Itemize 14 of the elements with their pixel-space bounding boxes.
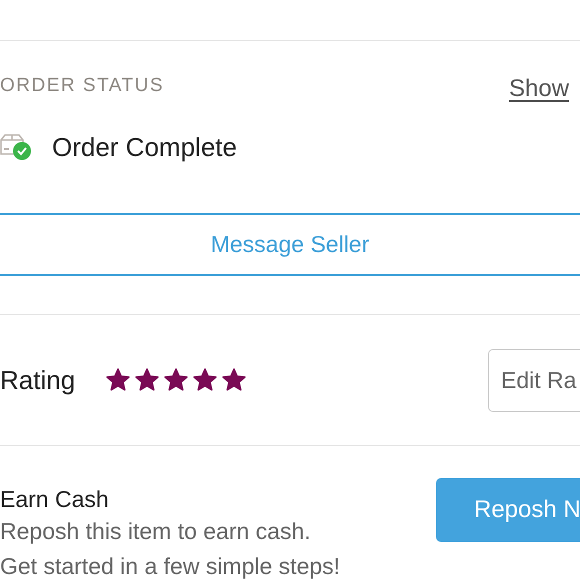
order-status-text: Order Complete: [52, 132, 237, 162]
star-icon: [192, 367, 218, 393]
edit-rating-button[interactable]: Edit Ra: [488, 348, 580, 412]
show-link[interactable]: Show: [509, 75, 580, 103]
star-icon: [105, 367, 131, 393]
star-icon: [163, 367, 189, 393]
earn-cash-text: Reposh this item to earn cash.: [0, 517, 312, 546]
section-heading: ORDER STATUS: [0, 75, 164, 97]
star-icon: [221, 367, 247, 393]
star-icon: [134, 367, 160, 393]
rating-label: Rating: [0, 364, 76, 396]
earn-cash-text: Get started in a few simple steps!: [0, 552, 340, 580]
earn-cash-title: Earn Cash: [0, 485, 110, 514]
message-seller-button[interactable]: Message Seller: [0, 213, 580, 276]
